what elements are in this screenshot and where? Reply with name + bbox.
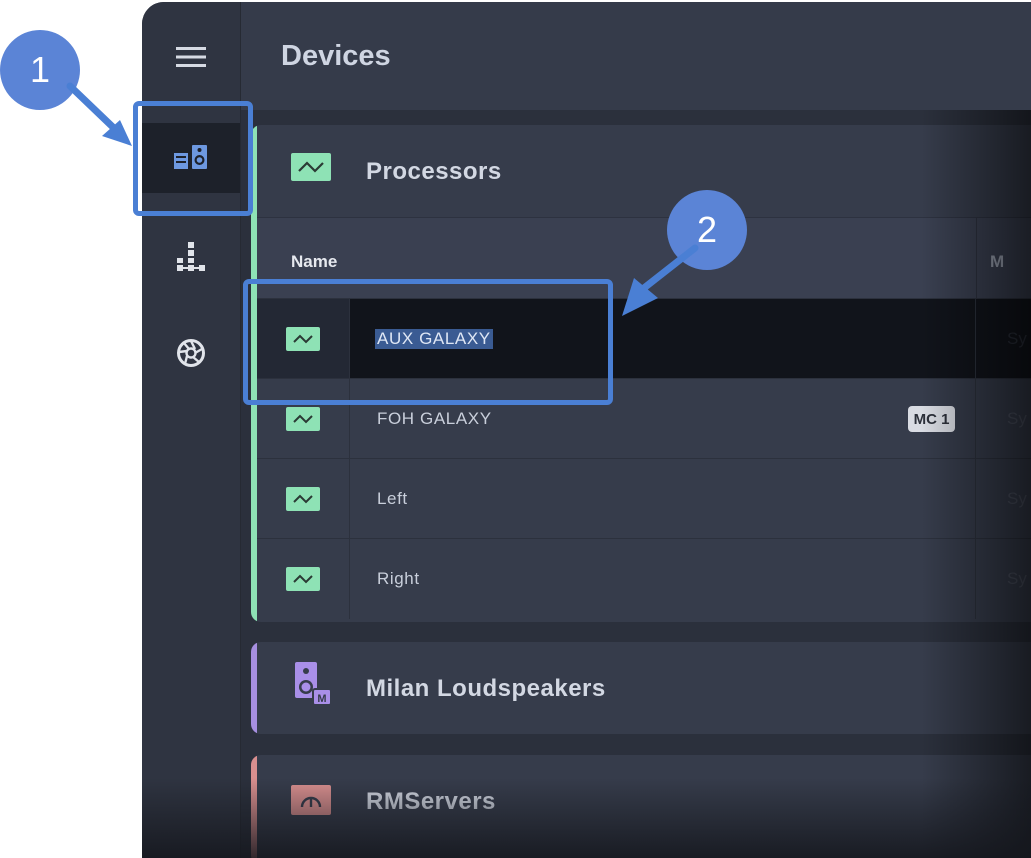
row-next-cell: Sy (1007, 329, 1027, 348)
group-rmservers[interactable]: RMServers (251, 755, 1031, 858)
group-title: Processors (366, 158, 502, 185)
aperture-icon (177, 339, 205, 367)
processor-icon (286, 407, 320, 431)
column-divider (975, 299, 976, 379)
group-header-milan[interactable]: M Milan Loudspeakers (257, 642, 1031, 734)
callout-box-2 (243, 279, 613, 405)
device-name: Left (377, 489, 408, 508)
group-title: Milan Loudspeakers (366, 675, 606, 702)
processor-icon (286, 567, 320, 591)
row-next-cell: Sy (1007, 409, 1027, 428)
app-window: Devices Processors Name M AUX GALAXY Sy … (142, 2, 1031, 858)
hamburger-menu-icon (176, 47, 206, 67)
group-title: RMServers (366, 788, 496, 815)
processor-icon (286, 487, 320, 511)
page-header: Devices (241, 2, 1031, 111)
group-milan-loudspeakers[interactable]: M Milan Loudspeakers (251, 642, 1031, 734)
group-header-processors[interactable]: Processors (257, 125, 1031, 217)
row-icon-cell (257, 539, 350, 619)
group-header-rmservers[interactable]: RMServers (257, 755, 1031, 847)
waveform-icon (291, 153, 331, 181)
device-list: Processors Name M AUX GALAXY Sy FOH GALA… (241, 110, 1031, 858)
milan-speaker-icon: M (295, 662, 332, 711)
column-header-name[interactable]: Name (291, 252, 337, 272)
column-divider (975, 459, 976, 539)
row-next-cell: Sy (1007, 569, 1027, 588)
row-next-cell: Sy (1007, 489, 1027, 508)
gauge-icon (291, 785, 331, 820)
callout-box-1 (133, 101, 253, 216)
menu-button[interactable] (142, 22, 240, 92)
network-tree-icon (177, 242, 205, 271)
column-divider (975, 539, 976, 619)
processor-group-icon (291, 153, 331, 181)
device-name: Right (377, 569, 420, 588)
row-icon-cell (257, 459, 350, 539)
page-title: Devices (281, 40, 391, 72)
column-divider (976, 218, 977, 298)
mc-badge: MC 1 (908, 406, 955, 432)
rail-item-network[interactable] (142, 222, 240, 292)
column-header-next[interactable]: M (990, 252, 1004, 272)
column-divider (975, 379, 976, 459)
table-row[interactable]: Right Sy (257, 538, 1031, 619)
device-name: FOH GALAXY (377, 409, 492, 428)
svg-text:M: M (317, 693, 326, 705)
table-row[interactable]: Left Sy (257, 458, 1031, 539)
callout-arrow-2 (622, 244, 699, 316)
rail-item-aperture[interactable] (142, 318, 240, 388)
